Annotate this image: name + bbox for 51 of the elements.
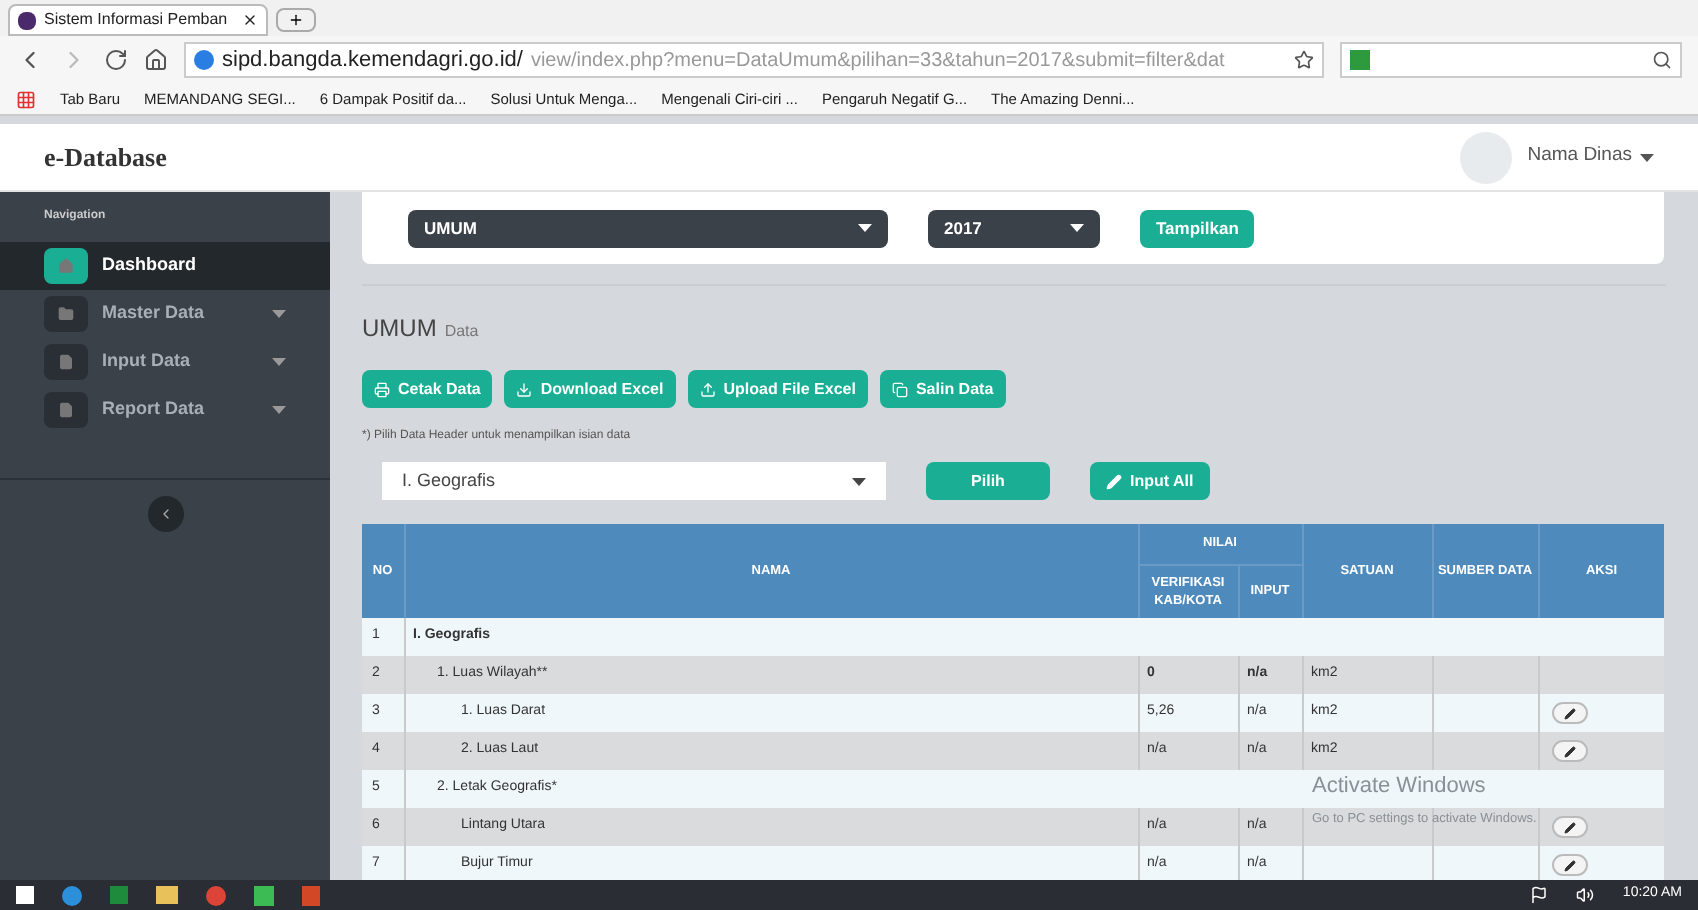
pencil-icon — [1563, 745, 1575, 757]
action-icon — [699, 381, 716, 397]
nav-item[interactable]: Dashboard — [0, 242, 330, 290]
nav-item[interactable]: Report Data — [0, 386, 330, 434]
volume-icon[interactable] — [1576, 886, 1595, 904]
home-icon[interactable] — [144, 48, 168, 72]
brand-title: e-Database — [44, 139, 167, 176]
url-path: view/index.php?menu=DataUmum&pilihan=33&tahun=2017&submit=filter&dat — [530, 47, 1225, 75]
action-icon — [891, 381, 908, 397]
plus-icon — [288, 12, 304, 28]
caret-icon — [1640, 153, 1654, 161]
reload-icon[interactable] — [104, 48, 128, 72]
category-select[interactable]: UMUM — [408, 209, 888, 247]
url-host: sipd.bangda.kemendagri.go.id/ — [222, 45, 523, 76]
user-menu[interactable]: Nama Dinas — [1527, 142, 1654, 172]
page-title: UMUM — [362, 312, 437, 346]
site-logo-icon — [18, 11, 36, 29]
header-select[interactable]: I. Geografis — [382, 462, 886, 500]
pencil-icon — [1563, 859, 1575, 871]
browser-tab[interactable]: Sistem Informasi Pemban — [8, 4, 268, 36]
caret-icon — [858, 224, 872, 232]
pencil-icon — [1563, 707, 1575, 719]
start-icon[interactable] — [16, 886, 34, 904]
search-icon[interactable] — [1652, 50, 1672, 70]
pencil-icon — [1106, 473, 1122, 489]
action-icon — [374, 381, 390, 397]
new-tab-button[interactable] — [276, 8, 316, 32]
nav-icon — [44, 392, 88, 428]
apps-icon[interactable] — [16, 89, 36, 109]
pencil-icon — [1563, 821, 1575, 833]
address-field[interactable]: sipd.bangda.kemendagri.go.id/ view/index.php?menu=DataUmum&pilihan=33&tahun=2017&submit=filter&dat — [184, 42, 1324, 78]
nav-icon — [44, 296, 88, 332]
edit-button[interactable] — [1551, 816, 1587, 838]
activation-title: Activate Windows — [1312, 774, 1486, 800]
nav-item[interactable]: Master Data — [0, 290, 330, 338]
search-field[interactable] — [1340, 42, 1682, 78]
tab-title: Sistem Informasi Pemban — [44, 8, 230, 32]
caret-icon — [1070, 224, 1084, 232]
edit-button[interactable] — [1551, 702, 1587, 724]
page-subtitle: Data — [444, 320, 479, 344]
flag-icon[interactable] — [1530, 886, 1549, 904]
nav-item[interactable]: Input Data — [0, 338, 330, 386]
nav-icon — [44, 248, 88, 284]
caret-icon — [852, 477, 866, 485]
action-icon — [516, 381, 533, 397]
nav-icon — [44, 344, 88, 380]
star-icon[interactable] — [1294, 50, 1314, 70]
year-select[interactable]: 2017 — [928, 209, 1100, 247]
close-icon[interactable] — [242, 12, 258, 28]
edit-button[interactable] — [1551, 740, 1587, 762]
edit-button[interactable] — [1551, 854, 1587, 876]
